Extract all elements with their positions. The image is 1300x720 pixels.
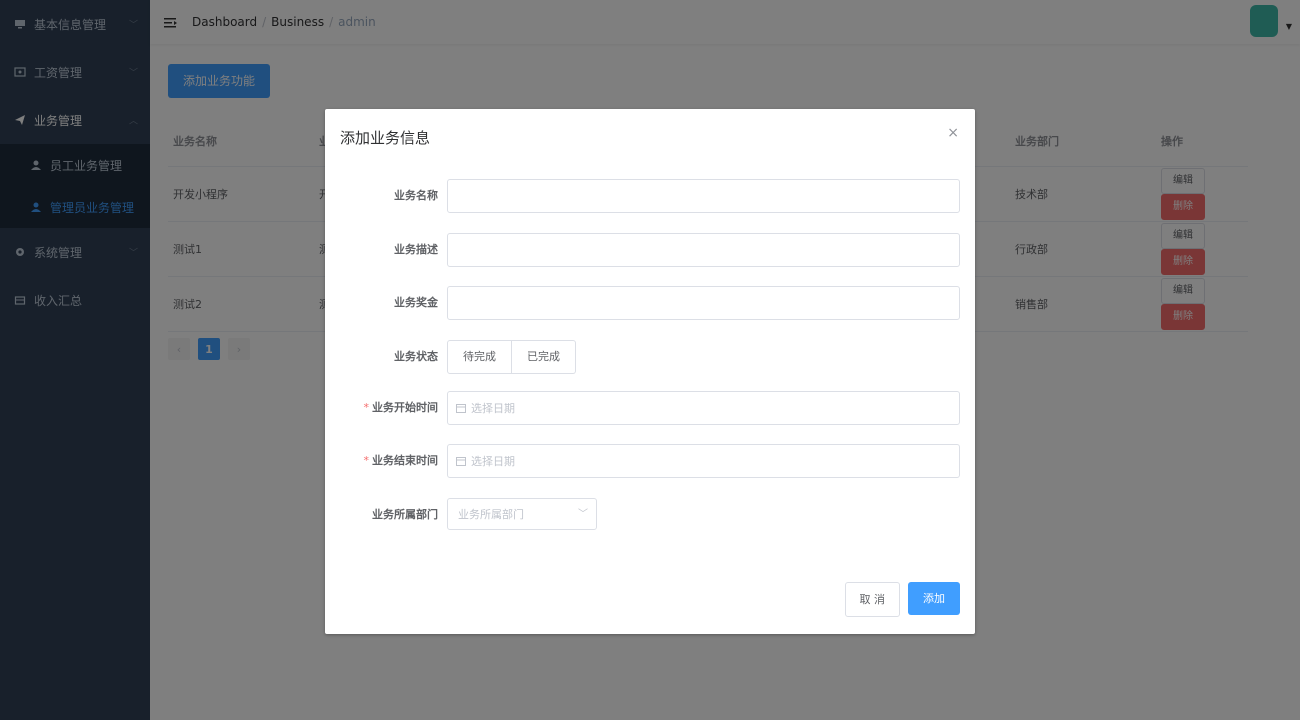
calendar-icon xyxy=(456,456,466,466)
required-mark: * xyxy=(363,401,370,414)
end-date-picker[interactable]: 选择日期 xyxy=(447,444,960,478)
start-date-picker[interactable]: 选择日期 xyxy=(447,391,960,425)
form-row-end: * 业务结束时间 选择日期 xyxy=(325,444,975,478)
dept-select-placeholder: 业务所属部门 xyxy=(458,508,524,521)
form-row-status: 业务状态 待完成 已完成 xyxy=(325,340,975,374)
bonus-input[interactable] xyxy=(447,286,960,320)
desc-input[interactable] xyxy=(447,233,960,267)
calendar-icon xyxy=(456,403,466,413)
end-label: * 业务结束时间 xyxy=(364,444,439,478)
dept-label: 业务所属部门 xyxy=(372,508,438,521)
cancel-button[interactable]: 取 消 xyxy=(844,582,900,617)
status-done-option[interactable]: 已完成 xyxy=(512,340,576,374)
dept-select[interactable]: 业务所属部门 ﹀ xyxy=(447,498,597,530)
form-row-name: 业务名称 xyxy=(325,179,975,213)
form-row-bonus: 业务奖金 xyxy=(325,286,975,320)
close-icon[interactable]: × xyxy=(947,125,959,141)
add-business-dialog: 添加业务信息 × 业务名称 业务描述 业务奖金 业务状态 待完成 已完成 * 业务… xyxy=(325,109,975,634)
status-radio-group: 待完成 已完成 xyxy=(447,340,576,374)
dialog-title: 添加业务信息 xyxy=(340,129,431,147)
start-date-placeholder: 选择日期 xyxy=(471,402,515,415)
required-mark: * xyxy=(363,454,370,467)
end-date-placeholder: 选择日期 xyxy=(471,455,515,468)
status-pending-option[interactable]: 待完成 xyxy=(447,340,512,374)
add-button[interactable]: 添加 xyxy=(908,582,960,615)
name-input[interactable] xyxy=(447,179,960,213)
bonus-label: 业务奖金 xyxy=(394,296,438,309)
form-row-desc: 业务描述 xyxy=(325,233,975,267)
start-label-text: 业务开始时间 xyxy=(372,401,438,414)
name-label: 业务名称 xyxy=(394,189,438,202)
status-label: 业务状态 xyxy=(394,350,438,363)
form-row-dept: 业务所属部门 业务所属部门 ﹀ xyxy=(325,498,975,532)
end-label-text: 业务结束时间 xyxy=(372,454,438,467)
start-label: * 业务开始时间 xyxy=(364,391,439,425)
chevron-down-icon: ﹀ xyxy=(578,509,588,520)
desc-label: 业务描述 xyxy=(394,243,438,256)
dialog-footer: 取 消 添加 xyxy=(844,582,960,617)
form-row-start: * 业务开始时间 选择日期 xyxy=(325,391,975,425)
